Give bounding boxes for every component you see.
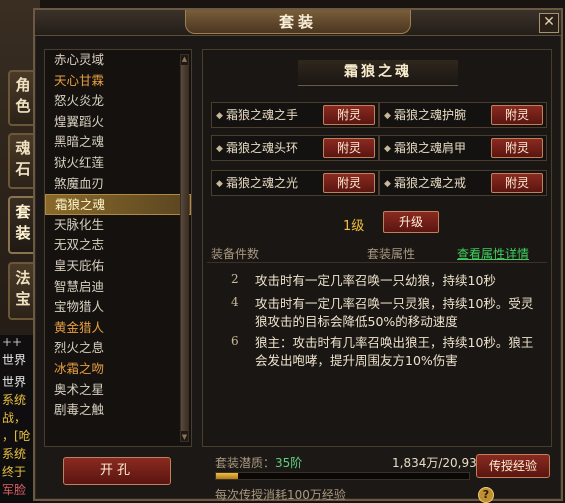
scroll-up-icon[interactable]: ▲ [181,55,188,63]
enchant-button[interactable]: 附灵 [491,173,543,193]
piece-slot: ◆ 霜狼之魂护腕 附灵 [379,102,547,128]
scrollbar[interactable]: ▲ ▼ [180,54,189,442]
piece-slot: ◆ 霜狼之魂肩甲 附灵 [379,135,547,161]
transfer-exp-button[interactable]: 传授经验 [476,454,550,478]
set-list-item[interactable]: 怒火炎龙 [45,91,191,112]
set-list-item[interactable]: 天脉化生 [45,215,191,236]
piece-name: 霜狼之魂之戒 [394,176,467,190]
set-list-item[interactable]: 奥术之星 [45,380,191,401]
attr-column-label: 套装属性 [367,247,416,261]
enchant-button[interactable]: 附灵 [323,173,375,193]
set-list-item[interactable]: 煌翼蹈火 [45,112,191,133]
view-attr-details-link[interactable]: 查看属性详情 [457,245,529,262]
piece-slot: ◆ 霜狼之魂之戒 附灵 [379,170,547,196]
attr-desc: 攻击时有一定几率召唤一只灵狼，持续10秒。受灵狼攻击的目标会降低50%的移动速度 [255,296,534,329]
diamond-icon: ◆ [384,111,391,121]
set-detail-panel: 霜狼之魂 ◆ 霜狼之魂之手 附灵 ◆ 霜狼之魂护腕 附灵 ◆ 霜狼之魂头环 附灵… [202,49,552,447]
set-list-item[interactable]: 冰霜之吻 [45,359,191,380]
set-list: 赤心灵域 天心甘霖 怒火炎龙 煌翼蹈火 黑暗之魂 狱火红莲 煞魔血刃 霜狼之魂 天脉化生 无双之志… [44,49,192,447]
exp-progress-bar [215,472,470,480]
diamond-icon: ◆ [216,111,223,121]
piece-count: 6 [231,334,239,348]
piece-name: 霜狼之魂之手 [226,108,299,122]
diamond-icon: ◆ [216,179,223,189]
diamond-icon: ◆ [384,144,391,154]
set-list-item[interactable]: 宝物猎人 [45,297,191,318]
set-list-item[interactable]: 烈火之息 [45,338,191,359]
piece-name: 霜狼之魂肩甲 [394,141,467,155]
title-bar: 套装 ✕ [35,10,561,36]
open-slot-button[interactable]: 开孔 [63,457,171,485]
close-icon[interactable]: ✕ [539,13,559,33]
piece-slot: ◆ 霜狼之魂之光 附灵 [211,170,379,196]
enchant-button[interactable]: 附灵 [491,105,543,125]
set-list-item[interactable]: 霜狼之魂 [45,194,191,215]
set-level: 1级 [343,219,365,234]
enchant-button[interactable]: 附灵 [323,138,375,158]
enchant-button[interactable]: 附灵 [323,105,375,125]
piece-name: 霜狼之魂护腕 [394,108,467,122]
attr-desc: 攻击时有一定几率召唤一只幼狼，持续10秒 [255,273,496,288]
set-list-item[interactable]: 皇天庇佑 [45,256,191,277]
window-title: 套装 [278,13,317,31]
diamond-icon: ◆ [384,179,391,189]
attr-header: 装备件数 套装属性 查看属性详情 [207,243,547,263]
exp-info: 套装潜质：35阶 1,834万/20,938万 每次传授消耗100万经验 ? [202,450,502,503]
set-list-item[interactable]: 剧毒之触 [45,400,191,421]
help-icon[interactable]: ? [478,487,494,503]
scroll-thumb[interactable] [181,65,188,431]
scroll-down-icon[interactable]: ▼ [181,433,188,441]
set-list-item[interactable]: 智慧启迪 [45,277,191,298]
potential-value: 35阶 [275,456,303,470]
title-plate: 套装 [185,10,411,34]
set-list-item[interactable]: 无双之志 [45,235,191,256]
set-list-item[interactable]: 狱火红莲 [45,153,191,174]
piece-slot: ◆ 霜狼之魂头环 附灵 [211,135,379,161]
count-column-label: 装备件数 [211,247,260,261]
set-list-item[interactable]: 煞魔血刃 [45,174,191,195]
cost-text: 每次传授消耗100万经验 [215,488,346,502]
potential-label: 套装潜质：35阶 [215,454,302,471]
set-list-item[interactable]: 天心甘霖 [45,71,191,92]
set-name-title: 霜狼之魂 [298,60,458,86]
set-list-item[interactable]: 赤心灵域 [45,50,191,71]
suit-window: 套装 ✕ 赤心灵域 天心甘霖 怒火炎龙 煌翼蹈火 黑暗之魂 狱火红莲 煞魔血刃 霜狼之魂 天脉化… [33,8,563,503]
exp-progress-fill [216,473,239,479]
potential-label-text: 套装潜质： [215,456,276,470]
enchant-button[interactable]: 附灵 [491,138,543,158]
piece-name: 霜狼之魂头环 [226,141,299,155]
set-list-item[interactable]: 黑暗之魂 [45,132,191,153]
attr-desc: 狼主：攻击时有几率召唤出狼王，持续10秒。狼王会发出咆哮，提升周围友方10%伤害 [255,335,534,368]
upgrade-button[interactable]: 升级 [383,211,439,233]
piece-count: 4 [231,295,239,309]
diamond-icon: ◆ [216,144,223,154]
piece-count: 2 [231,272,239,286]
piece-name: 霜狼之魂之光 [226,176,299,190]
set-list-item[interactable]: 黄金猎人 [45,318,191,339]
piece-slot: ◆ 霜狼之魂之手 附灵 [211,102,379,128]
